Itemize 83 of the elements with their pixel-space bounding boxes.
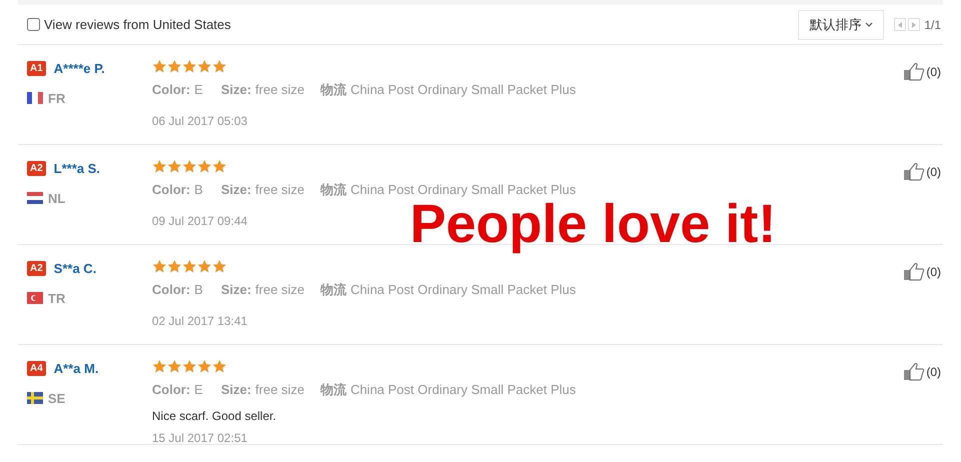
star-icon [212,259,227,274]
star-icon [212,359,227,374]
prev-page-button[interactable] [894,18,906,31]
flag-icon [27,292,43,304]
logistics-value: China Post Ordinary Small Packet Plus [350,381,576,399]
like-button[interactable]: (0) [903,161,941,181]
color-label: Color: [152,181,190,199]
reviewer-name[interactable]: A**a M. [54,359,99,378]
logistics-value: China Post Ordinary Small Packet Plus [350,281,576,299]
size-value: free size [255,81,304,99]
size-value: free size [255,281,304,299]
star-icon [197,259,212,274]
star-icon [182,159,197,174]
flag-icon [27,92,43,104]
logistics-label: 物流 [320,381,346,399]
star-icon [152,359,167,374]
color-label: Color: [152,381,190,399]
promo-overlay-text: People love it! [410,196,776,252]
level-badge: A2 [27,261,46,276]
thumbs-up-icon [903,61,926,81]
size-label: Size: [220,281,252,299]
star-icon [212,59,227,74]
caret-right-icon [912,22,916,28]
size-label: Size: [220,181,252,199]
filter-checkbox[interactable] [27,18,40,31]
like-button[interactable]: (0) [903,361,941,381]
flag-icon [27,392,43,404]
filter-label: View reviews from United States [44,16,231,34]
logistics-label: 物流 [320,181,346,199]
thumbs-up-icon [903,361,926,381]
star-icon [182,359,197,374]
caret-left-icon [898,22,902,28]
color-label: Color: [152,281,190,299]
country-code: TR [48,290,66,308]
star-icon [167,159,182,174]
size-value: free size [255,381,304,399]
reviewer-name[interactable]: L***a S. [54,159,100,178]
logistics-value: China Post Ordinary Small Packet Plus [350,81,576,99]
sort-dropdown[interactable]: 默认排序 [798,10,884,40]
star-icon [167,259,182,274]
color-value: B [194,281,203,299]
size-label: Size: [220,81,252,99]
thumbs-up-icon [903,161,926,181]
like-button[interactable]: (0) [903,61,941,81]
review-date: 15 Jul 2017 02:51 [152,430,248,446]
color-label: Color: [152,81,190,99]
star-icon [197,359,212,374]
star-icon [182,59,197,74]
review-comment: Nice scarf. Good seller. [152,408,278,424]
star-icon [182,259,197,274]
reviewer-name[interactable]: A****e P. [54,59,105,78]
star-icon [167,59,182,74]
flag-icon [27,192,43,204]
country-code: NL [48,190,66,208]
color-value: B [194,181,203,199]
logistics-label: 物流 [320,281,346,299]
chevron-down-icon [865,22,874,28]
country-code: SE [48,390,66,408]
star-icon [152,259,167,274]
review-date: 02 Jul 2017 13:41 [152,312,248,330]
star-icon [197,159,212,174]
color-value: E [194,81,203,99]
size-label: Size: [220,381,252,399]
reviewer-name[interactable]: S**a C. [54,259,96,278]
size-value: free size [255,181,304,199]
star-icon [152,159,167,174]
star-icon [167,359,182,374]
star-icon [197,59,212,74]
star-icon [212,159,227,174]
review-date: 06 Jul 2017 05:03 [152,112,248,130]
country-code: FR [48,90,66,108]
level-badge: A1 [27,61,46,76]
logistics-value: China Post Ordinary Small Packet Plus [350,181,576,199]
star-icon [152,59,167,74]
level-badge: A4 [27,361,46,376]
level-badge: A2 [27,161,46,176]
next-page-button[interactable] [908,18,920,31]
color-value: E [194,381,203,399]
page-indicator: 1/1 [924,16,941,34]
review-date: 09 Jul 2017 09:44 [152,212,248,230]
like-button[interactable]: (0) [903,261,941,281]
logistics-label: 物流 [320,81,346,99]
thumbs-up-icon [903,261,926,281]
